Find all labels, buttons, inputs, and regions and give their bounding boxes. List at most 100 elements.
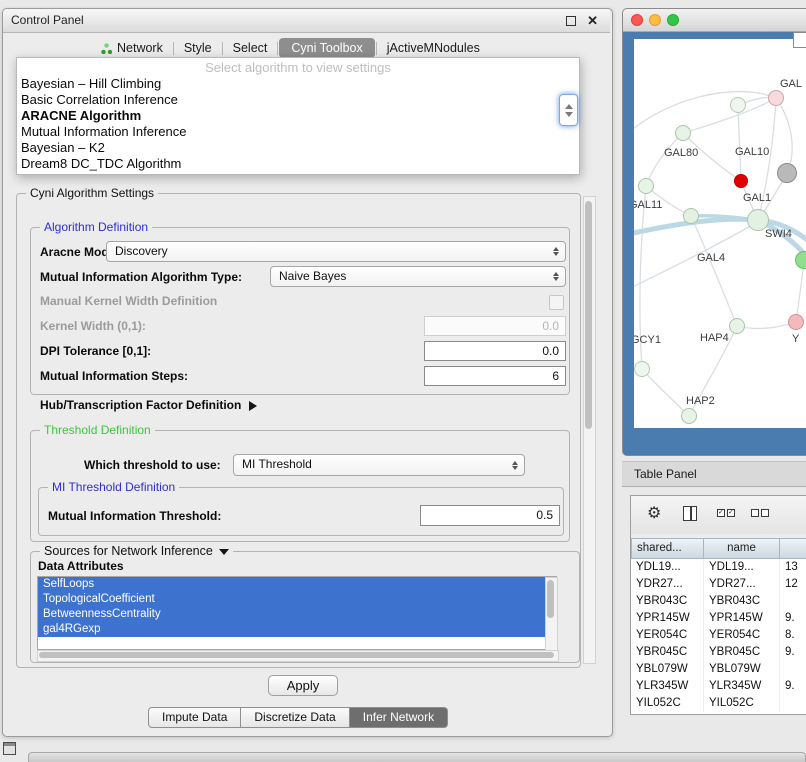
network-node[interactable] — [683, 208, 699, 224]
network-node[interactable] — [734, 174, 748, 188]
which-threshold-select[interactable]: MI Threshold — [233, 454, 525, 476]
network-canvas[interactable]: GALGAL80GAL10GAL11GAL1SWI4GAL4GCY1HAP4YH… — [634, 39, 806, 428]
table-row[interactable]: YBL079WYBL079W — [631, 661, 806, 678]
focused-stepper[interactable] — [559, 94, 578, 126]
list-vertical-scrollbar[interactable] — [545, 577, 558, 651]
column-header[interactable] — [780, 538, 806, 559]
table-cell: 12 — [780, 576, 806, 593]
attribute-list-item[interactable]: BetweennessCentrality — [38, 607, 545, 622]
algorithm-option[interactable]: Dream8 DC_TDC Algorithm — [17, 156, 579, 172]
network-window-titlebar — [623, 9, 806, 32]
network-node[interactable] — [675, 125, 691, 141]
algorithm-option[interactable]: Bayesian – K2 — [17, 140, 579, 156]
attribute-list-item[interactable]: SelfLoops — [38, 577, 545, 592]
table-cell: YBR045C — [631, 644, 704, 661]
table-row[interactable]: YBR045CYBR045C9. — [631, 644, 806, 661]
dock-panel-icon[interactable] — [3, 742, 16, 755]
mi-type-select[interactable]: Naive Bayes — [270, 266, 566, 287]
node-label: SWI4 — [765, 228, 792, 240]
bottom-tab-infer-network[interactable]: Infer Network — [350, 707, 448, 728]
tab-network[interactable]: Network — [92, 38, 172, 58]
settings-scrollbar[interactable] — [583, 196, 596, 664]
dropdown-prompt: Select algorithm to view settings — [17, 60, 579, 76]
network-node[interactable] — [788, 314, 804, 330]
kernel-width-field[interactable]: 0.0 — [424, 316, 566, 336]
table-row[interactable]: YLR345WYLR345W9. — [631, 678, 806, 695]
network-node[interactable] — [634, 361, 650, 377]
table-row[interactable]: YDL19...YDL19...13 — [631, 559, 806, 576]
deselect-all-icon[interactable] — [751, 509, 769, 517]
node-label: Y — [792, 333, 799, 345]
list-vertical-scrollbar-thumb[interactable] — [547, 580, 554, 618]
algorithm-dropdown-popup: Select algorithm to view settings Bayesi… — [16, 57, 580, 175]
gear-icon[interactable]: ⚙ — [647, 504, 661, 524]
sources-expander[interactable]: Sources for Network Inference — [40, 545, 233, 558]
network-node[interactable] — [768, 90, 784, 106]
birdseye-widget[interactable] — [793, 32, 806, 48]
mac-minimize-button[interactable] — [649, 14, 661, 26]
settings-scrollbar-thumb[interactable] — [585, 201, 592, 429]
cyni-settings-group-label: Cyni Algorithm Settings — [26, 187, 158, 200]
hub-definition-label: Hub/Transcription Factor Definition — [40, 398, 241, 412]
mi-type-label: Mutual Information Algorithm Type: — [40, 271, 242, 284]
table-cell: 9. — [780, 610, 806, 627]
bottom-tab-impute-data[interactable]: Impute Data — [148, 707, 241, 728]
column-header[interactable]: shared... — [631, 538, 704, 559]
aracne-mode-select[interactable]: Discovery — [106, 241, 566, 262]
network-node[interactable] — [638, 178, 654, 194]
select-all-icon[interactable] — [717, 509, 735, 517]
column-header[interactable]: name — [704, 538, 780, 559]
tab-select[interactable]: Select — [224, 38, 277, 58]
tab-jactivemnodules[interactable]: jActiveMNodules — [378, 38, 489, 58]
mac-close-button[interactable] — [631, 14, 643, 26]
network-icon — [101, 43, 112, 54]
table-row[interactable]: YPR145WYPR145W9. — [631, 610, 806, 627]
tab-cyni-toolbox[interactable]: Cyni Toolbox — [279, 38, 374, 58]
algorithm-option[interactable]: Mutual Information Inference — [17, 124, 579, 140]
dpi-tolerance-field[interactable]: 0.0 — [424, 341, 566, 361]
float-window-icon[interactable] — [566, 16, 576, 26]
node-label: HAP2 — [686, 395, 715, 407]
attribute-list-item[interactable]: TopologicalCoefficient — [38, 592, 545, 607]
bottom-splitter[interactable] — [28, 752, 806, 762]
attribute-list-item[interactable]: gal4RGexp — [38, 622, 545, 637]
node-label: GAL — [780, 78, 802, 90]
table-cell — [780, 661, 806, 678]
which-threshold-value: MI Threshold — [242, 457, 312, 471]
table-cell: YIL052C — [704, 695, 780, 712]
algorithm-definition-label: Algorithm Definition — [40, 221, 152, 234]
list-horizontal-scrollbar[interactable] — [37, 650, 559, 662]
node-label: GAL10 — [735, 146, 769, 158]
network-node[interactable] — [681, 408, 697, 424]
table-cell: YBR043C — [704, 593, 780, 610]
bottom-tab-discretize-data[interactable]: Discretize Data — [241, 707, 349, 728]
table-row[interactable]: YIL052CYIL052C — [631, 695, 806, 712]
expand-right-icon — [249, 401, 257, 411]
algorithm-option[interactable]: Basic Correlation Inference — [17, 92, 579, 108]
table-cell: YDL19... — [631, 559, 704, 576]
close-icon[interactable]: ✕ — [587, 12, 598, 29]
apply-button[interactable]: Apply — [268, 675, 338, 696]
tab-separator — [173, 42, 174, 55]
table-row[interactable]: YBR043CYBR043C — [631, 593, 806, 610]
tab-style[interactable]: Style — [175, 38, 221, 58]
algorithm-option[interactable]: Bayesian – Hill Climbing — [17, 76, 579, 92]
table-row[interactable]: YER054CYER054C8. — [631, 627, 806, 644]
mi-steps-field[interactable]: 6 — [424, 366, 566, 386]
columns-icon[interactable] — [683, 506, 697, 521]
table-cell: YER054C — [704, 627, 780, 644]
table-panel-strip: Table Panel — [622, 461, 806, 487]
hub-definition-expander[interactable]: Hub/Transcription Factor Definition — [40, 399, 257, 412]
network-node[interactable] — [730, 97, 746, 113]
table-cell: YIL052C — [631, 695, 704, 712]
manual-kernel-checkbox[interactable] — [549, 295, 564, 310]
network-node[interactable] — [729, 318, 745, 334]
mac-zoom-button[interactable] — [667, 14, 679, 26]
network-node[interactable] — [777, 163, 797, 183]
network-node[interactable] — [795, 251, 806, 269]
table-row[interactable]: YDR27...YDR27...12 — [631, 576, 806, 593]
node-label: HAP4 — [700, 332, 729, 344]
mi-threshold-field[interactable]: 0.5 — [420, 505, 560, 526]
list-horizontal-scrollbar-thumb[interactable] — [39, 652, 554, 658]
algorithm-option[interactable]: ARACNE Algorithm — [17, 108, 579, 124]
